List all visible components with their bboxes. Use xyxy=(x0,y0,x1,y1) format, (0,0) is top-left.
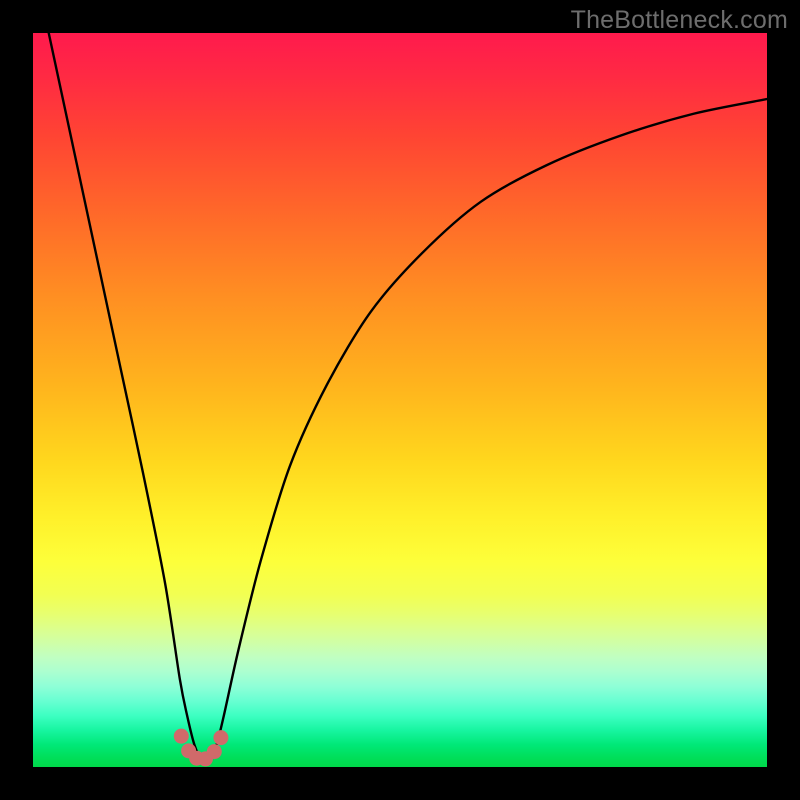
curve-path xyxy=(33,33,767,761)
marker-dot xyxy=(174,729,189,744)
plot-area xyxy=(33,33,767,767)
marker-dot xyxy=(207,744,222,759)
watermark-text: TheBottleneck.com xyxy=(571,6,788,35)
chart-frame: TheBottleneck.com xyxy=(0,0,800,800)
marker-group xyxy=(174,729,229,767)
bottleneck-curve xyxy=(33,33,767,767)
marker-dot xyxy=(213,730,228,745)
